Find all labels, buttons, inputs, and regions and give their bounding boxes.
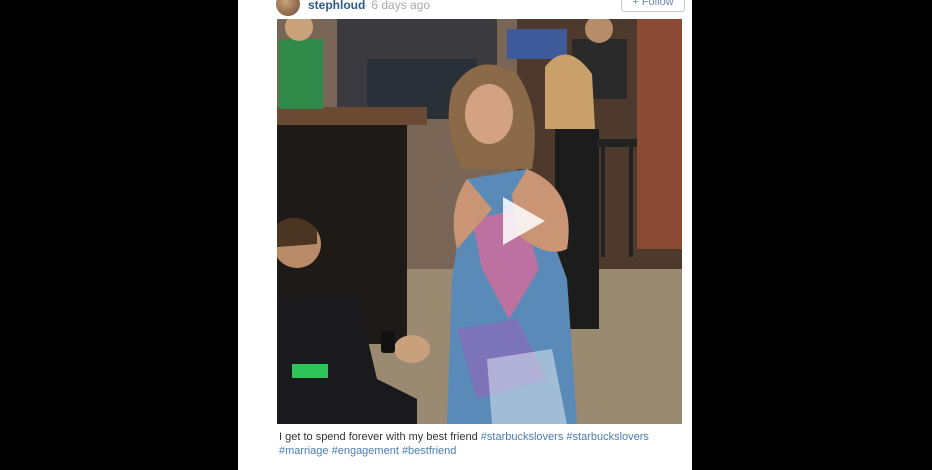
timestamp-text: 6 days ago — [371, 0, 431, 12]
hashtag-link[interactable]: #starbuckslovers — [481, 431, 564, 443]
follow-button[interactable]: + Follow — [621, 0, 685, 12]
post-caption: I get to spend forever with my best frie… — [279, 430, 689, 458]
hashtag-link[interactable]: #bestfriend — [402, 445, 456, 457]
caption-text: I get to spend forever with my best frie… — [279, 431, 478, 443]
username-link[interactable]: stephloud — [308, 0, 365, 12]
post-timestamp: · 6 days ago — [364, 0, 431, 12]
hashtag-link[interactable]: #marriage — [279, 445, 329, 457]
instagram-post-card: stephloud · 6 days ago + Follow I get to… — [238, 0, 692, 470]
hashtag-link[interactable]: #starbuckslovers — [566, 431, 649, 443]
video-player[interactable] — [277, 19, 682, 424]
avatar[interactable] — [276, 0, 300, 16]
hashtag-link[interactable]: #engagement — [332, 445, 399, 457]
video-frame — [277, 19, 682, 424]
post-header: stephloud · 6 days ago + Follow — [238, 0, 692, 16]
play-icon[interactable] — [497, 195, 549, 247]
